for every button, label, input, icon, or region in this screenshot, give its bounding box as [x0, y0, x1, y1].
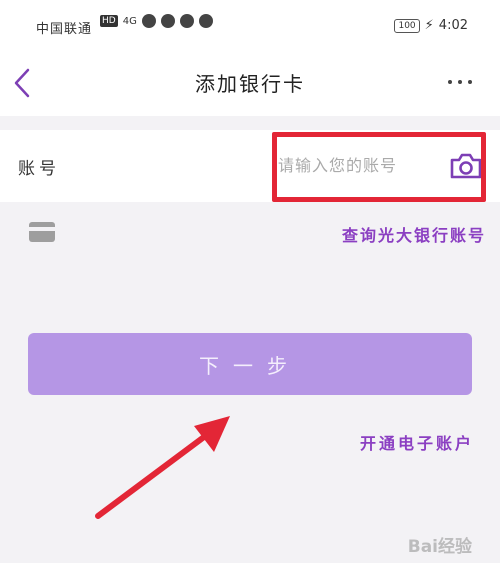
more-horizontal-icon[interactable]	[448, 80, 472, 84]
charging-icon: ⚡	[424, 18, 434, 33]
query-account-link[interactable]: 查询光大银行账号	[342, 222, 486, 246]
dot	[448, 80, 452, 84]
qq-icon-2	[179, 14, 194, 28]
page-title: 添加银行卡	[195, 72, 305, 96]
next-step-button[interactable]: 下一步	[28, 333, 472, 395]
account-label: 账号	[18, 159, 60, 179]
status-right: 100 ⚡ 4:02	[394, 18, 468, 33]
nav-bar: 添加银行卡	[0, 48, 500, 116]
clock: 4:02	[438, 18, 468, 33]
qq-icon	[141, 14, 156, 28]
message-icon	[160, 14, 175, 28]
open-e-account-link[interactable]: 开通电子账户	[360, 430, 474, 454]
signal-icon: 4G	[122, 15, 137, 27]
dot	[468, 80, 472, 84]
bank-card-icon	[29, 222, 55, 242]
battery-icon: 100	[394, 18, 420, 33]
highlight-annotation-box	[272, 132, 486, 202]
carrier-name: 中国联通	[36, 22, 93, 37]
red-arrow-annotation	[95, 416, 230, 519]
wechat-icon	[198, 14, 213, 28]
status-bar: 中国联通 HD 4G 100 ⚡ 4:02	[0, 0, 500, 48]
dot	[458, 80, 462, 84]
watermark: Bai经验	[407, 537, 472, 557]
status-icons: HD 4G	[100, 14, 213, 28]
hd-badge: HD	[100, 15, 118, 27]
